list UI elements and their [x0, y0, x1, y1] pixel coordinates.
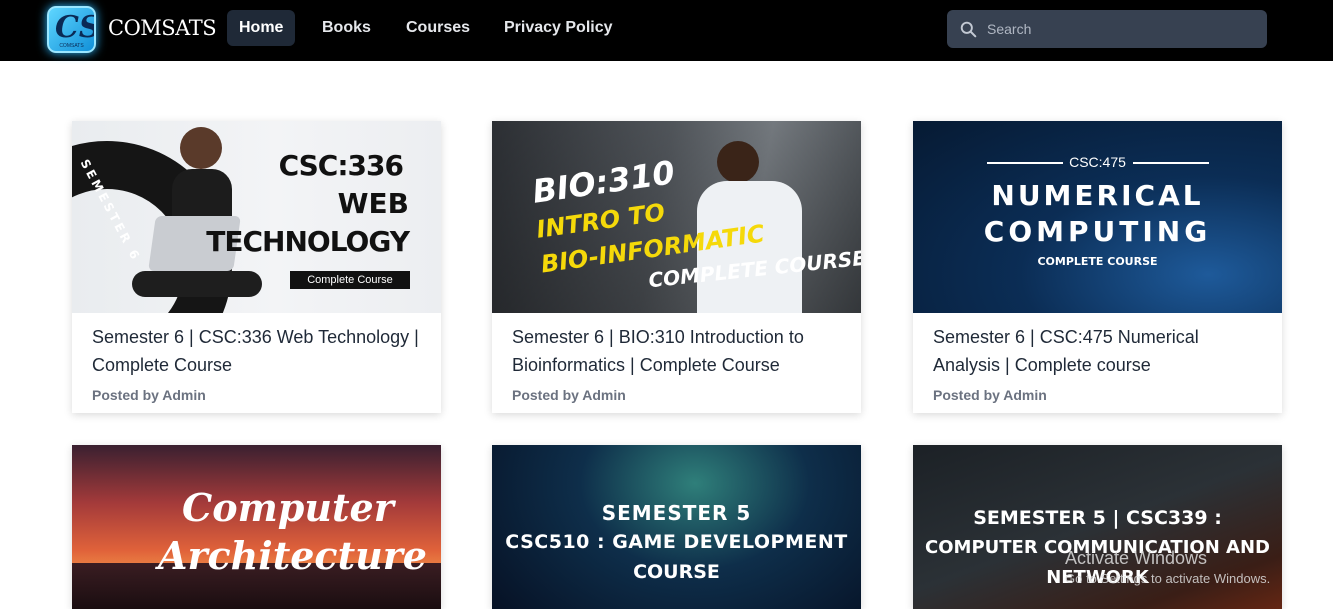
brand-name[interactable]: COMSATS [108, 16, 217, 40]
card-title[interactable]: Semester 6 | CSC:336 Web Technology | Co… [92, 323, 421, 379]
course-thumbnail[interactable]: BIO:310 INTRO TO BIO-INFORMATIC COMPLETE… [492, 121, 861, 313]
search-icon [960, 21, 977, 38]
thumb-line2: COMPUTING [983, 215, 1212, 248]
search-input[interactable] [987, 10, 1257, 48]
course-thumbnail[interactable]: SEMESTER 5 CSC510 : GAME DEVELOPMENT COU… [492, 445, 861, 609]
course-thumbnail[interactable]: SEMESTER 6 CSC:336 WEB TECHNOLOGY Comple… [72, 121, 441, 313]
logo-subtext: COMSATS [59, 43, 84, 49]
card-meta: Posted by Admin [92, 387, 206, 403]
course-card[interactable]: SEMESTER 5 CSC510 : GAME DEVELOPMENT COU… [492, 445, 861, 609]
course-thumbnail[interactable]: Computer Architecture [72, 445, 441, 609]
thumb-code: CSC:336 [278, 149, 404, 182]
search-box [947, 10, 1267, 48]
scientist-head [717, 141, 759, 183]
logo-letters: CS [55, 10, 96, 45]
thumb-line1: Computer [182, 485, 394, 530]
card-meta: Posted by Admin [933, 387, 1047, 403]
activate-windows-title: Activate Windows [1065, 548, 1208, 568]
thumb-line1: SEMESTER 5 | CSC339 : [973, 507, 1222, 529]
card-title[interactable]: Semester 6 | CSC:475 Numerical Analysis … [933, 323, 1262, 379]
nav-privacy-policy[interactable]: Privacy Policy [492, 10, 625, 46]
card-title[interactable]: Semester 6 | BIO:310 Introduction to Bio… [512, 323, 841, 379]
thumb-line1: SEMESTER 5 [601, 501, 752, 525]
course-card[interactable]: BIO:310 INTRO TO BIO-INFORMATIC COMPLETE… [492, 121, 861, 413]
person-legs [132, 271, 262, 297]
thumb-line1: NUMERICAL [991, 179, 1204, 212]
card-meta: Posted by Admin [512, 387, 626, 403]
thumb-code: CSC:475 [1069, 154, 1126, 170]
thumb-line2: TECHNOLOGY [206, 225, 410, 258]
thumb-badge: Complete Course [290, 271, 410, 289]
course-card[interactable]: Computer Architecture [72, 445, 441, 609]
course-card[interactable]: CSC:475 NUMERICAL COMPUTING COMPLETE COU… [913, 121, 1282, 413]
comsats-logo[interactable]: CS COMSATS [47, 6, 96, 53]
person-head [180, 127, 222, 169]
thumb-line2: CSC510 : GAME DEVELOPMENT [505, 531, 848, 553]
top-navbar: CS COMSATS COMSATS Home Books Courses Pr… [0, 0, 1333, 61]
course-thumbnail[interactable]: CSC:475 NUMERICAL COMPUTING COMPLETE COU… [913, 121, 1282, 313]
thumb-line3: COURSE [633, 561, 720, 583]
activate-windows-subtitle: Go to Settings to activate Windows. [1065, 571, 1271, 586]
thumb-line1: WEB [337, 187, 409, 220]
course-card[interactable]: SEMESTER 6 CSC:336 WEB TECHNOLOGY Comple… [72, 121, 441, 413]
thumb-line2: Architecture [158, 533, 427, 578]
thumb-line3: COMPLETE COURSE [1037, 255, 1158, 268]
nav-home[interactable]: Home [227, 10, 296, 46]
nav-courses[interactable]: Courses [394, 10, 482, 46]
nav-books[interactable]: Books [310, 10, 383, 46]
